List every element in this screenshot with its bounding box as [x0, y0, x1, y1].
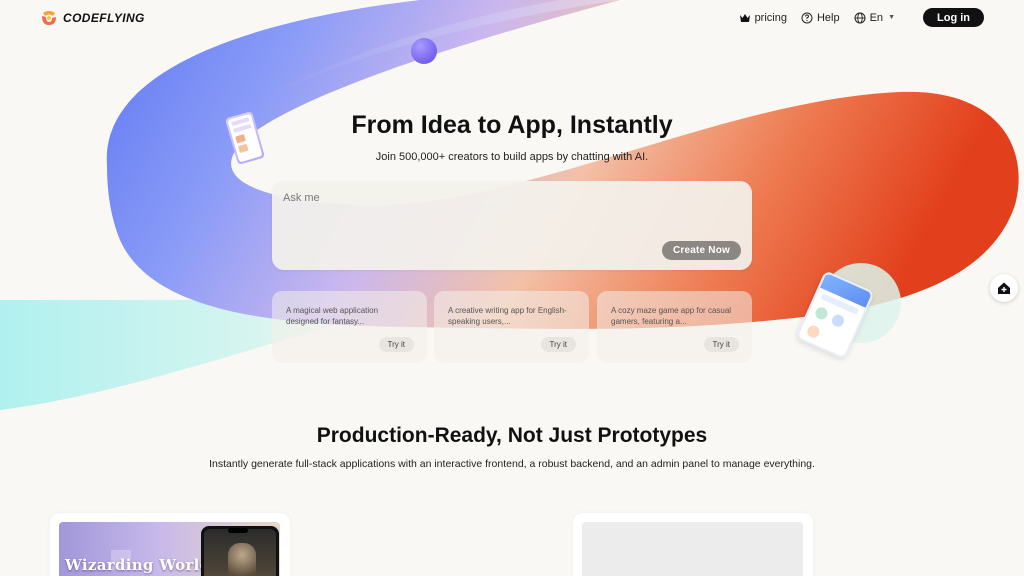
top-header: CODEFLYING pricing Help En ▼ Log in	[0, 0, 1024, 36]
login-button[interactable]: Log in	[923, 8, 984, 27]
language-selector[interactable]: En ▼	[854, 12, 895, 24]
logo-mark-icon	[42, 11, 56, 25]
try-it-button[interactable]: Try it	[378, 337, 414, 352]
demo-card-wizarding[interactable]: Wizarding World	[50, 513, 290, 576]
demo-caption: Wizarding World	[65, 556, 211, 574]
globe-icon	[854, 12, 866, 23]
brand-name: CODEFLYING	[63, 11, 145, 25]
try-it-button[interactable]: Try it	[540, 337, 576, 352]
section-subtitle: Instantly generate full-stack applicatio…	[209, 458, 815, 470]
phone-mockup	[201, 526, 279, 576]
section-title: Production-Ready, Not Just Prototypes	[316, 424, 708, 447]
prompt-input[interactable]	[280, 189, 740, 239]
decorative-orb	[411, 38, 437, 64]
example-card-text: A creative writing app for English-speak…	[448, 306, 567, 326]
nav-pricing-label: pricing	[754, 11, 787, 24]
create-now-button[interactable]: Create Now	[661, 241, 741, 260]
demo-preview-placeholder	[582, 522, 803, 576]
caret-down-icon: ▼	[888, 14, 895, 21]
demo-preview-image: Wizarding World	[59, 522, 280, 576]
nav-pricing[interactable]: pricing	[739, 12, 787, 24]
prompt-box: Create Now	[272, 181, 752, 270]
example-card[interactable]: A creative writing app for English-speak…	[434, 291, 589, 363]
example-card[interactable]: A cozy maze game app for casual gamers, …	[597, 291, 752, 363]
try-it-button[interactable]: Try it	[703, 337, 739, 352]
nav-help-label: Help	[816, 11, 840, 24]
example-card-text: A magical web application designed for f…	[286, 306, 379, 326]
demo-card-admin[interactable]	[573, 513, 813, 576]
example-prompts: A magical web application designed for f…	[272, 291, 752, 363]
floating-action-button[interactable]	[990, 274, 1018, 302]
help-circle-icon	[801, 12, 813, 23]
hero-title: From Idea to App, Instantly	[351, 111, 673, 139]
nav-help[interactable]: Help	[801, 12, 840, 24]
language-label: En	[869, 11, 884, 24]
brand-logo[interactable]: CODEFLYING	[40, 10, 145, 26]
home-plus-icon	[998, 282, 1010, 294]
example-card-text: A cozy maze game app for casual gamers, …	[611, 306, 732, 326]
example-card[interactable]: A magical web application designed for f…	[272, 291, 427, 363]
hero-subtitle: Join 500,000+ creators to build apps by …	[375, 151, 649, 163]
crown-icon	[739, 13, 750, 22]
top-nav: pricing Help En ▼ Log in	[739, 8, 984, 27]
